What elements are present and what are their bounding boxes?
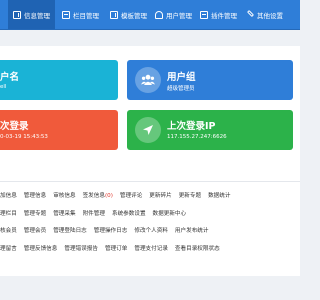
quick-link-manage-messages[interactable]: 理留言 [0, 244, 17, 256]
card-title: 次登录 [0, 121, 29, 132]
nav-item-label: 模板管理 [121, 11, 147, 20]
quick-link-update-fragments[interactable]: 更新碎片 [149, 191, 171, 203]
grid-icon [62, 10, 70, 19]
quick-link-manage-orders[interactable]: 管理订单 [105, 244, 127, 256]
dashboard-panel: 户名 ell 用户组 超级管理员 次登录 0-03-19 15:43:53 上次… [0, 46, 300, 300]
nav-item-label: 插件管理 [211, 11, 237, 20]
username-card: 户名 ell [0, 60, 118, 100]
nav-item-user-manage[interactable]: 用户管理 [155, 0, 192, 29]
wrench-icon [246, 9, 255, 18]
nav-item-plugin-manage[interactable]: 插件管理 [200, 0, 237, 29]
quick-link-review-info[interactable]: 审核信息 [53, 191, 75, 203]
quick-links-row-1: 加信息 管理信息 审核信息 签发信息(0) 管理评论 更新碎片 更新专题 数据统… [0, 191, 230, 203]
usergroup-card: 用户组 超级管理员 [127, 60, 293, 100]
quick-link-data-stats[interactable]: 数据统计 [208, 191, 230, 203]
quick-link-edit-profile[interactable]: 修改个人资料 [134, 226, 168, 238]
quick-link-attachments[interactable]: 附件管理 [83, 209, 105, 221]
nav-item-info-manage[interactable]: 信息管理 [8, 0, 55, 29]
nav-item-label: 信息管理 [24, 11, 50, 20]
nav-item-label: 用户管理 [166, 11, 192, 20]
quick-link-login-logs[interactable]: 管理登陆日志 [53, 226, 87, 238]
quick-link-manage-members[interactable]: 管理会员 [24, 226, 46, 238]
quick-links-row-2: 理栏目 管理专题 管理采集 附件管理 系统参数设置 数据更新中心 [0, 209, 186, 221]
nav-item-template-manage[interactable]: 模板管理 [110, 0, 147, 29]
user-icon [155, 10, 163, 19]
top-nav: 信息管理 栏目管理 模板管理 用户管理 插件管理 其他设置 [0, 0, 300, 30]
quick-link-review-members[interactable]: 核会员 [0, 226, 17, 238]
card-sub: 0-03-19 15:43:53 [0, 134, 48, 140]
nav-item-column-manage[interactable]: 栏目管理 [62, 0, 99, 29]
footer-band [0, 276, 300, 300]
quick-link-payment-records[interactable]: 管理支付记录 [134, 244, 168, 256]
quick-link-directory-permissions[interactable]: 查看目录权限状态 [175, 244, 220, 256]
quick-link-add-info[interactable]: 加信息 [0, 191, 17, 203]
users-icon [135, 67, 161, 93]
card-sub: 超级管理员 [167, 86, 195, 92]
quick-link-update-topics[interactable]: 更新专题 [179, 191, 201, 203]
pending-count-badge: (0) [104, 193, 113, 199]
quick-link-manage-collect[interactable]: 管理采集 [53, 209, 75, 221]
nav-item-label: 栏目管理 [73, 11, 99, 20]
quick-link-sign-info[interactable]: 签发信息(0) [83, 191, 113, 203]
quick-link-manage-info[interactable]: 管理信息 [24, 191, 46, 203]
quick-link-data-update-center[interactable]: 数据更新中心 [153, 209, 187, 221]
location-arrow-icon [135, 117, 161, 143]
quick-link-sign-info-label: 签发信息 [82, 193, 105, 199]
quick-links-row-3: 核会员 管理会员 管理登陆日志 管理操作日志 修改个人资料 用户发布统计 [0, 226, 209, 238]
card-title: 用户组 [167, 72, 196, 83]
quick-link-manage-columns[interactable]: 理栏目 [0, 209, 17, 221]
card-sub: 117.155.27.247:6626 [167, 134, 227, 140]
quick-link-operation-logs[interactable]: 管理操作日志 [94, 226, 128, 238]
edit-icon [110, 10, 118, 19]
divider [0, 181, 300, 182]
edit-icon [13, 10, 21, 19]
card-title: 上次登录IP [167, 121, 216, 132]
quick-links-row-4: 理留言 管理反馈信息 管理错误报告 管理订单 管理支付记录 查看目录权限状态 [0, 244, 220, 256]
quick-link-error-reports[interactable]: 管理错误报告 [64, 244, 98, 256]
card-sub: ell [0, 84, 7, 90]
last-login-time-card: 次登录 0-03-19 15:43:53 [0, 110, 118, 150]
grid-icon [200, 10, 208, 19]
nav-item-label: 其他设置 [257, 11, 283, 20]
last-login-ip-card: 上次登录IP 117.155.27.247:6626 [127, 110, 293, 150]
quick-link-manage-topics[interactable]: 管理专题 [24, 209, 46, 221]
quick-link-system-params[interactable]: 系统参数设置 [112, 209, 146, 221]
nav-item-other-settings[interactable]: 其他设置 [246, 0, 283, 29]
card-title: 户名 [0, 72, 20, 83]
quick-link-user-publish-stats[interactable]: 用户发布统计 [175, 226, 209, 238]
quick-link-manage-feedback[interactable]: 管理反馈信息 [24, 244, 58, 256]
quick-link-manage-comments[interactable]: 管理评论 [120, 191, 142, 203]
